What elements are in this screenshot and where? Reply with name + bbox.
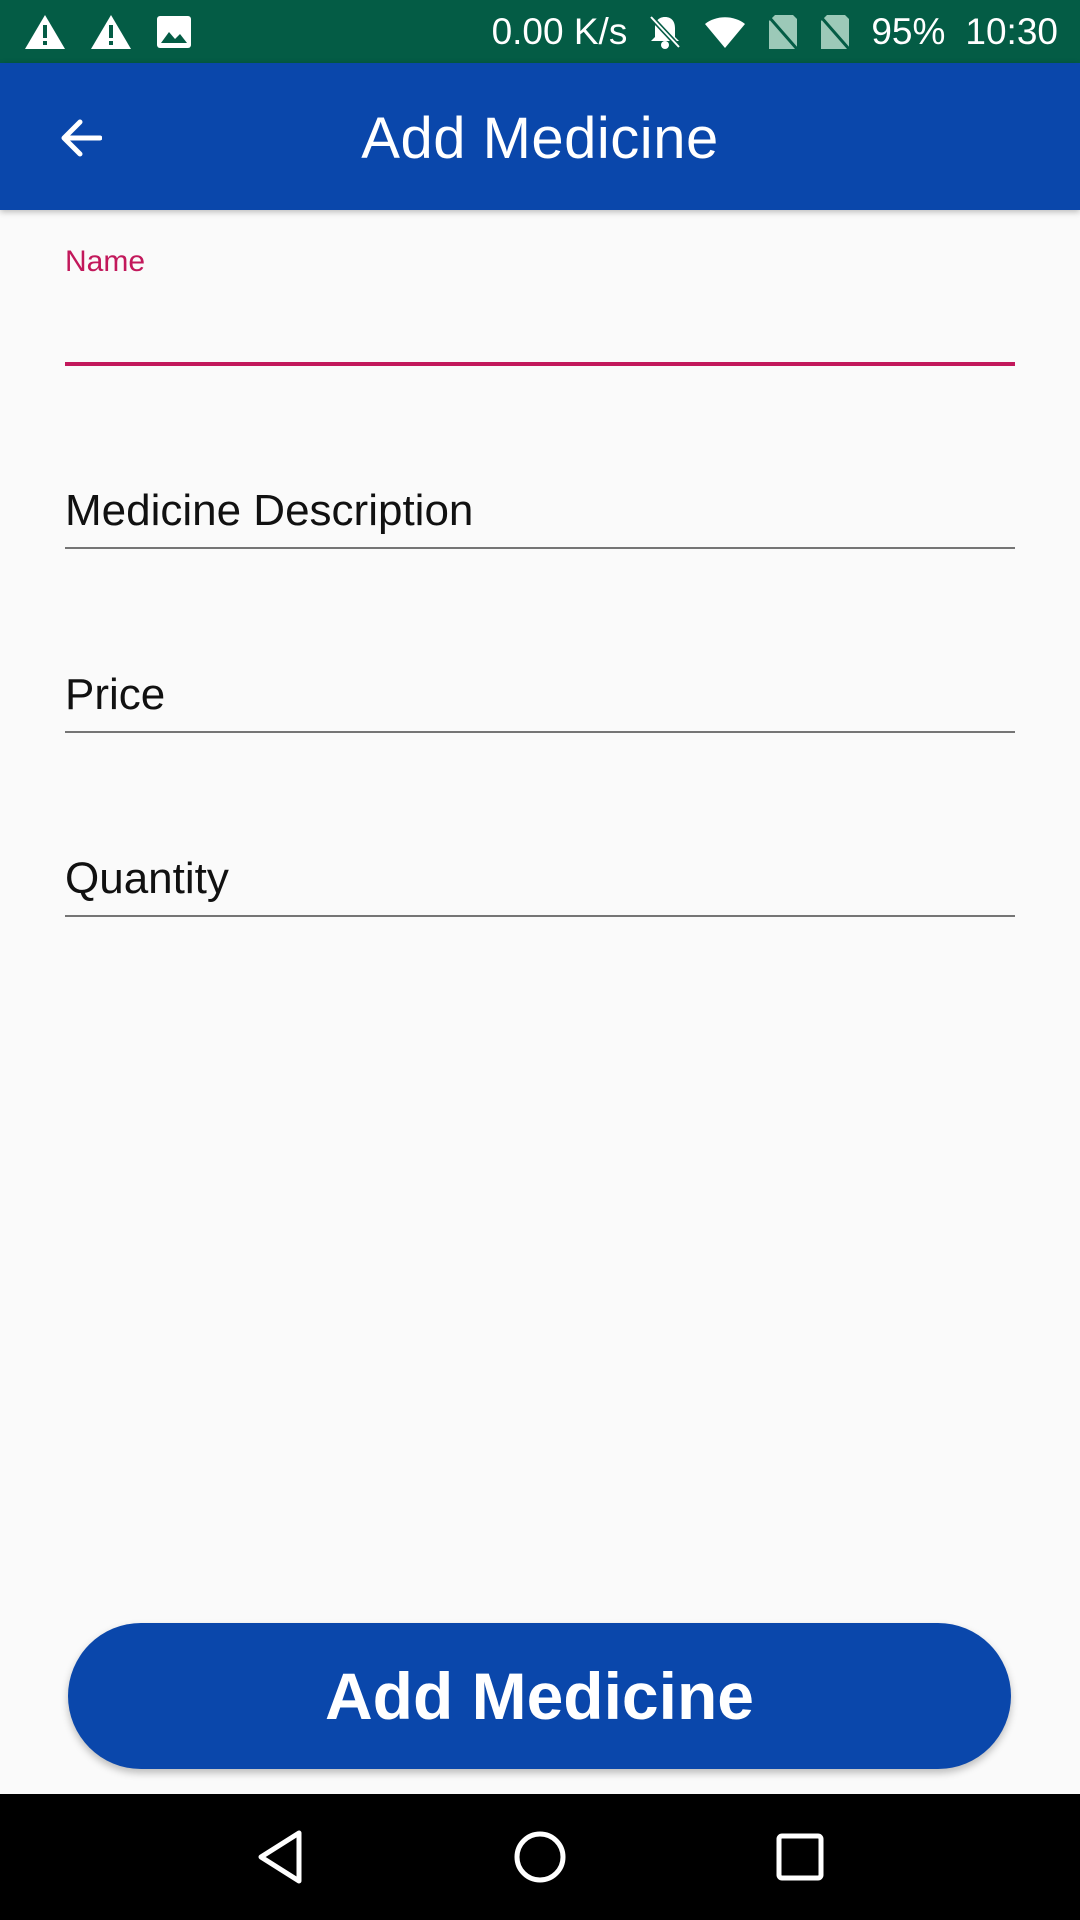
network-speed: 0.00 K/s [491, 10, 628, 52]
battery-level: 95% [871, 10, 946, 52]
price-underline [65, 731, 1015, 733]
name-underline [65, 362, 1015, 366]
home-circle-icon [514, 1831, 566, 1883]
warning-icon [90, 14, 132, 50]
no-sim-icon [767, 13, 799, 51]
back-triangle-icon [258, 1830, 302, 1884]
add-medicine-button[interactable]: Add Medicine [68, 1623, 1011, 1769]
description-underline [65, 547, 1015, 549]
nav-back-button[interactable] [240, 1817, 320, 1897]
wifi-icon [703, 14, 747, 50]
name-input[interactable] [65, 297, 1015, 357]
recents-square-icon [776, 1833, 824, 1881]
bell-off-icon [647, 13, 683, 51]
name-field[interactable]: Name [65, 245, 1015, 370]
price-hint: Price [65, 670, 166, 719]
quantity-hint: Quantity [65, 854, 229, 903]
status-bar: 0.00 K/s 95% 10:30 [0, 0, 1080, 63]
name-field-label: Name [65, 245, 146, 278]
clock: 10:30 [965, 10, 1058, 52]
nav-home-button[interactable] [500, 1817, 580, 1897]
no-sim-icon [819, 13, 851, 51]
page-title: Add Medicine [361, 106, 719, 171]
quantity-underline [65, 915, 1015, 917]
nav-recents-button[interactable] [760, 1817, 840, 1897]
price-field[interactable]: Price [65, 664, 1015, 734]
quantity-field[interactable]: Quantity [65, 848, 1015, 918]
warning-icon [24, 14, 66, 50]
app-bar: Add Medicine [0, 63, 1080, 210]
description-hint: Medicine Description [65, 486, 474, 535]
image-icon [156, 15, 192, 49]
system-nav-bar [0, 1794, 1080, 1920]
description-field[interactable]: Medicine Description [65, 480, 1015, 550]
